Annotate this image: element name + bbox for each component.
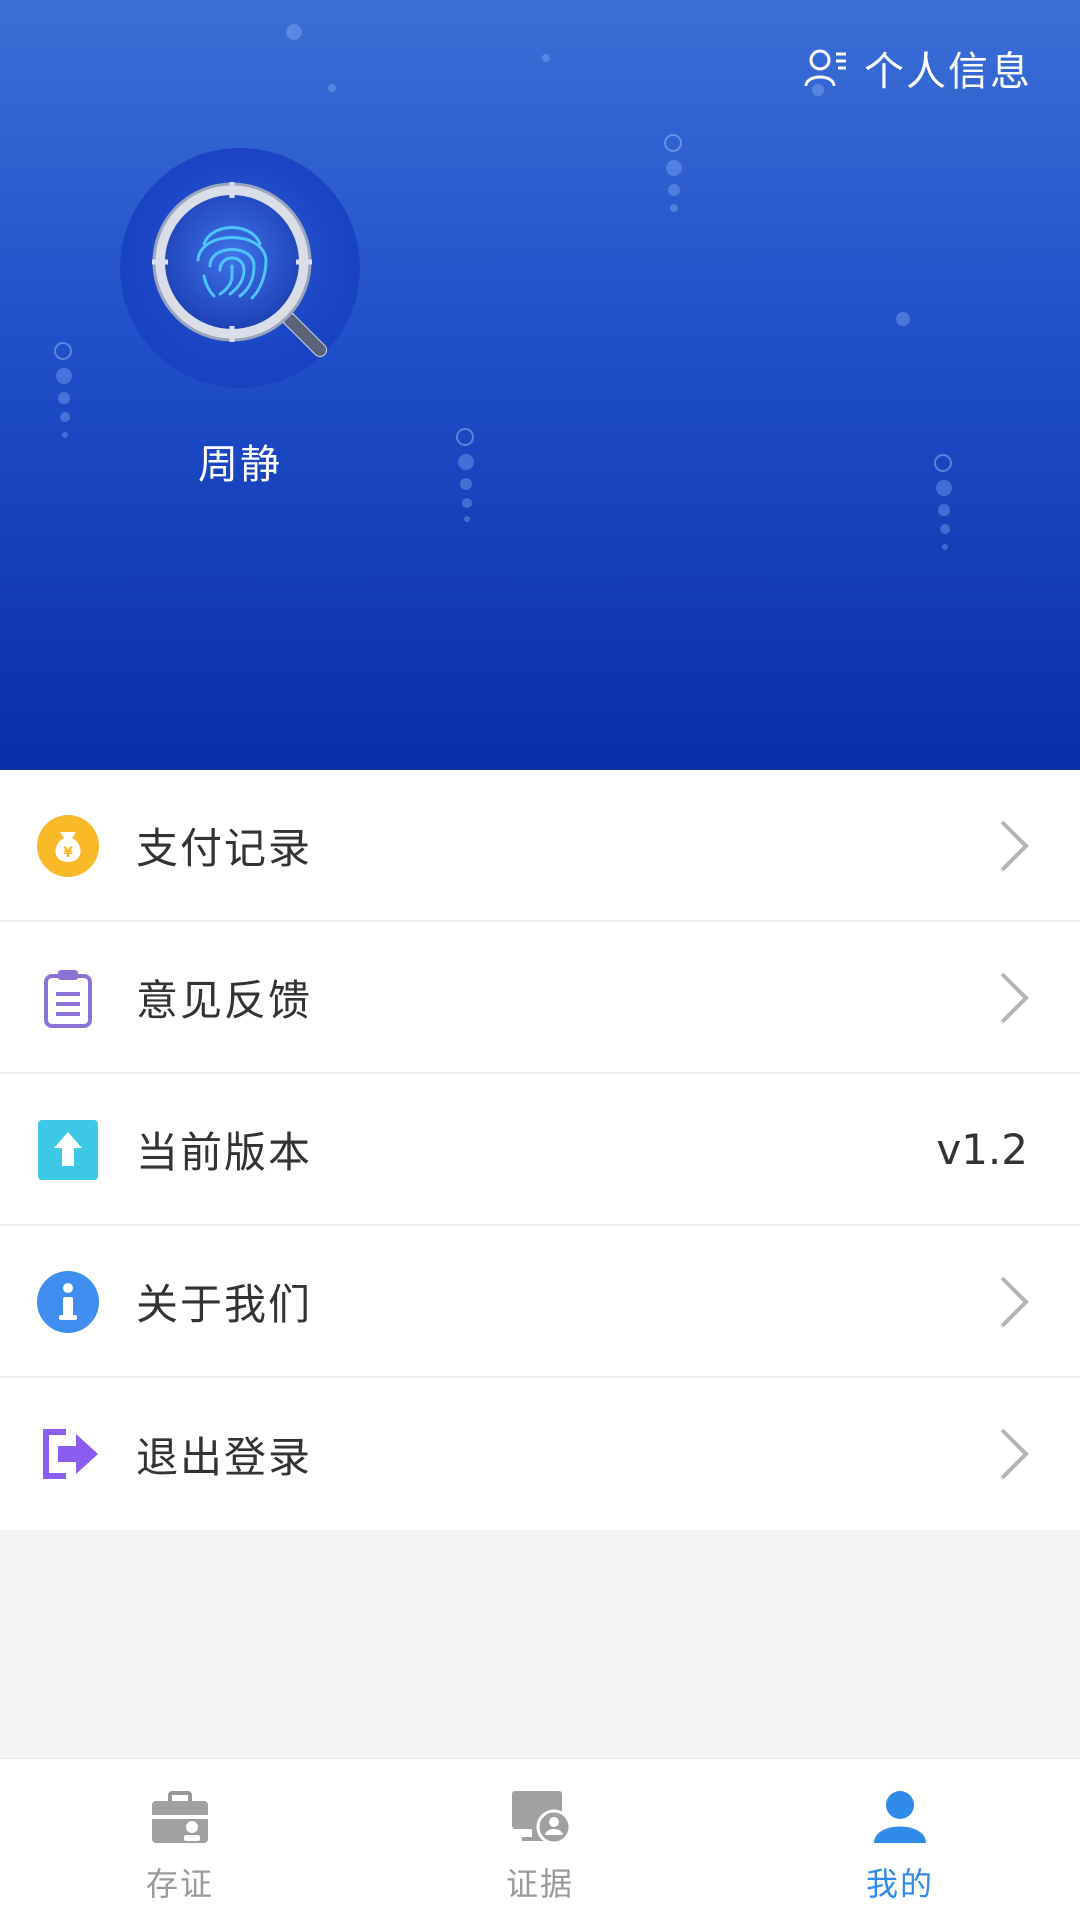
monitor-user-icon (512, 1791, 572, 1845)
decor-bubble (942, 544, 948, 550)
decor-bubble (60, 412, 70, 422)
decor-bubble (328, 84, 336, 92)
chevron-right-icon (1000, 820, 1029, 872)
personal-info-label: 个人信息 (864, 49, 1032, 95)
chevron-right-icon (1000, 972, 1029, 1024)
username: 周静 (198, 442, 282, 488)
decor-bubble (458, 454, 474, 470)
clipboard-icon (44, 970, 92, 1028)
decor-bubble (936, 480, 952, 496)
briefcase-icon (152, 1791, 208, 1843)
decor-bubble (464, 516, 470, 522)
tab-evidence[interactable]: 证据 (360, 1759, 720, 1920)
personal-info-link[interactable]: 个人信息 (804, 40, 1032, 96)
menu-label-current-version: 当前版本 (136, 1127, 313, 1177)
decor-bubble (668, 184, 680, 196)
profile-header: 个人信息 周静 (0, 0, 1080, 770)
decor-bubble (934, 454, 952, 472)
tab-label-mine: 我的 (865, 1865, 934, 1903)
tab-mine[interactable]: 我的 (720, 1759, 1080, 1920)
avatar[interactable] (120, 148, 360, 388)
version-value: v1.2 (936, 1124, 1028, 1174)
menu-item-feedback[interactable]: 意见反馈 (0, 922, 1080, 1074)
decor-bubble (542, 54, 550, 62)
decor-bubble (460, 478, 472, 490)
chevron-right-icon (1000, 1276, 1029, 1328)
upload-arrow-icon (38, 1120, 98, 1180)
menu-label-feedback: 意见反馈 (136, 975, 313, 1025)
decor-bubble (456, 428, 474, 446)
decor-bubble (58, 392, 70, 404)
decor-bubble (462, 498, 472, 508)
menu-label-logout: 退出登录 (136, 1432, 313, 1482)
person-icon (874, 1791, 926, 1843)
tab-evidence-storage[interactable]: 存证 (0, 1759, 360, 1920)
menu-label-payment-records: 支付记录 (136, 823, 313, 873)
decor-bubble (940, 524, 950, 534)
svg-text:¥: ¥ (63, 845, 73, 861)
decor-bubble (56, 368, 72, 384)
menu-label-about-us: 关于我们 (136, 1279, 313, 1329)
decor-bubble (286, 24, 302, 40)
menu-item-payment-records[interactable]: ¥ 支付记录 (0, 770, 1080, 922)
menu-item-current-version[interactable]: 当前版本 v1.2 (0, 1074, 1080, 1226)
decor-bubble (54, 342, 72, 360)
user-card-icon (804, 49, 846, 87)
fingerprint-magnifier-icon (152, 182, 327, 357)
decor-bubble (938, 504, 950, 516)
bottom-nav: 存证 证据 我的 (0, 1758, 1080, 1920)
money-bag-icon: ¥ (37, 815, 99, 877)
decor-bubble (896, 312, 910, 326)
decor-bubble (666, 160, 682, 176)
settings-menu: ¥ 支付记录 意见反馈 当前版本 v1.2 关于我们 退出登录 (0, 770, 1080, 1530)
logout-icon (43, 1429, 98, 1479)
decor-bubble (670, 204, 678, 212)
tab-label-evidence: 证据 (505, 1865, 574, 1903)
info-icon (37, 1271, 99, 1333)
decor-bubble (62, 432, 68, 438)
decor-bubble (664, 134, 682, 152)
menu-item-logout[interactable]: 退出登录 (0, 1378, 1080, 1530)
chevron-right-icon (1000, 1428, 1029, 1480)
menu-item-about-us[interactable]: 关于我们 (0, 1226, 1080, 1378)
tab-label-evidence-storage: 存证 (145, 1865, 214, 1903)
